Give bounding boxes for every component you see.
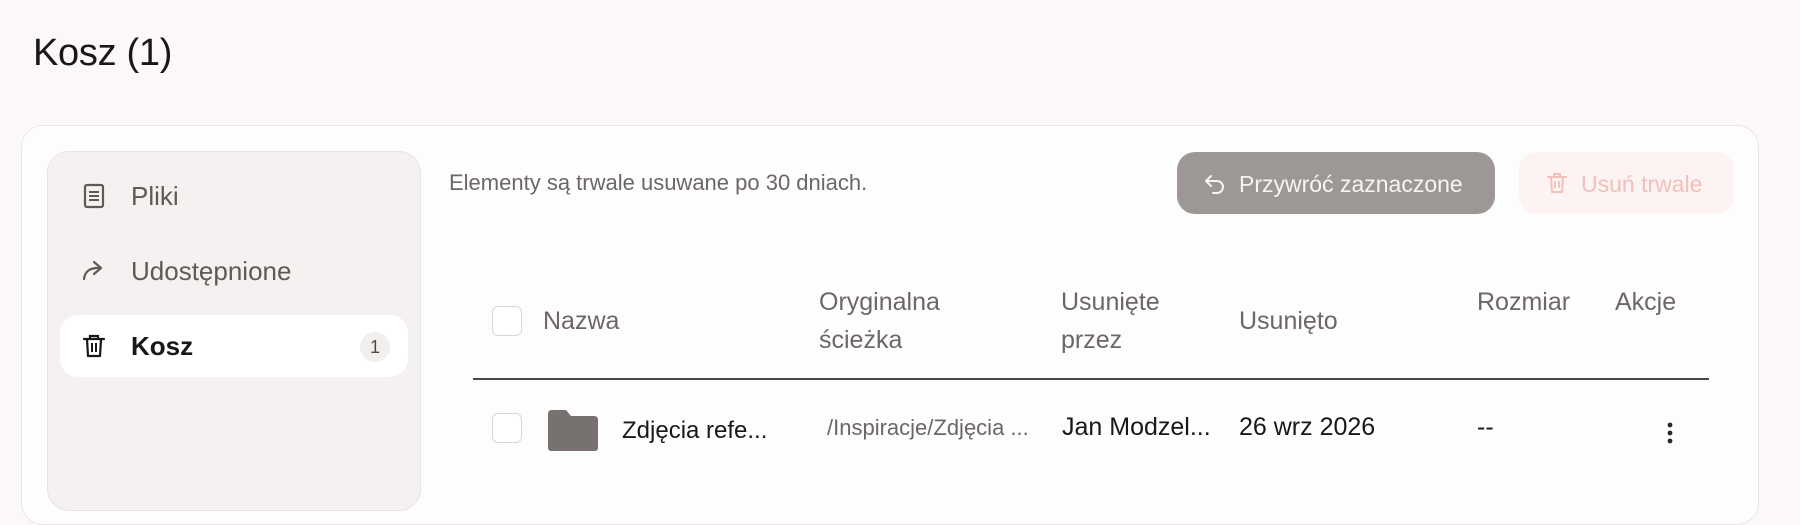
trash-icon xyxy=(1547,173,1567,193)
more-actions-icon[interactable] xyxy=(1660,419,1680,447)
restore-selected-button[interactable]: Przywróć zaznaczone xyxy=(1177,152,1495,214)
row-checkbox[interactable] xyxy=(492,413,522,443)
deleted-by: Jan Modzel... xyxy=(1062,413,1211,441)
file-name[interactable]: Zdjęcia refe... xyxy=(622,417,767,445)
sidebar: Pliki Udostępnione Kosz 1 xyxy=(47,151,421,511)
restore-selected-label: Przywróć zaznaczone xyxy=(1239,171,1463,197)
retention-notice: Elementy są trwale usuwane po 30 dniach. xyxy=(449,170,868,195)
trash-count-badge: 1 xyxy=(360,332,390,362)
sidebar-item-files[interactable]: Pliki xyxy=(60,165,408,227)
column-header-name[interactable]: Nazwa xyxy=(543,302,619,340)
document-icon xyxy=(83,183,105,209)
column-header-original-path[interactable]: Oryginalna ścieżka xyxy=(819,283,940,359)
deleted-at: 26 wrz 2026 xyxy=(1239,413,1376,441)
column-header-deleted-at[interactable]: Usunięto xyxy=(1239,302,1338,340)
sidebar-item-label: Udostępnione xyxy=(131,255,292,286)
table-header-divider xyxy=(473,378,1709,380)
sidebar-item-label: Kosz xyxy=(131,330,194,361)
folder-icon xyxy=(548,410,598,451)
column-header-actions: Akcje xyxy=(1615,288,1677,316)
share-arrow-icon xyxy=(82,260,103,281)
delete-permanently-label: Usuń trwale xyxy=(1581,171,1703,197)
original-path: /Inspiracje/Zdjęcia ... xyxy=(827,415,1029,440)
undo-icon xyxy=(1205,175,1224,194)
page-title: Kosz (1) xyxy=(33,32,173,74)
delete-permanently-button[interactable]: Usuń trwale xyxy=(1519,152,1734,214)
sidebar-item-label: Pliki xyxy=(131,180,179,211)
trash-panel: Pliki Udostępnione Kosz 1 Elementy są tr… xyxy=(21,125,1759,525)
column-header-deleted-by[interactable]: Usunięte przez xyxy=(1061,283,1160,359)
trash-icon xyxy=(82,334,106,358)
sidebar-item-trash[interactable]: Kosz 1 xyxy=(60,315,408,377)
sidebar-item-shared[interactable]: Udostępnione xyxy=(60,240,408,302)
file-size: -- xyxy=(1477,413,1494,441)
column-header-size[interactable]: Rozmiar xyxy=(1477,283,1570,321)
select-all-checkbox[interactable] xyxy=(492,306,522,336)
